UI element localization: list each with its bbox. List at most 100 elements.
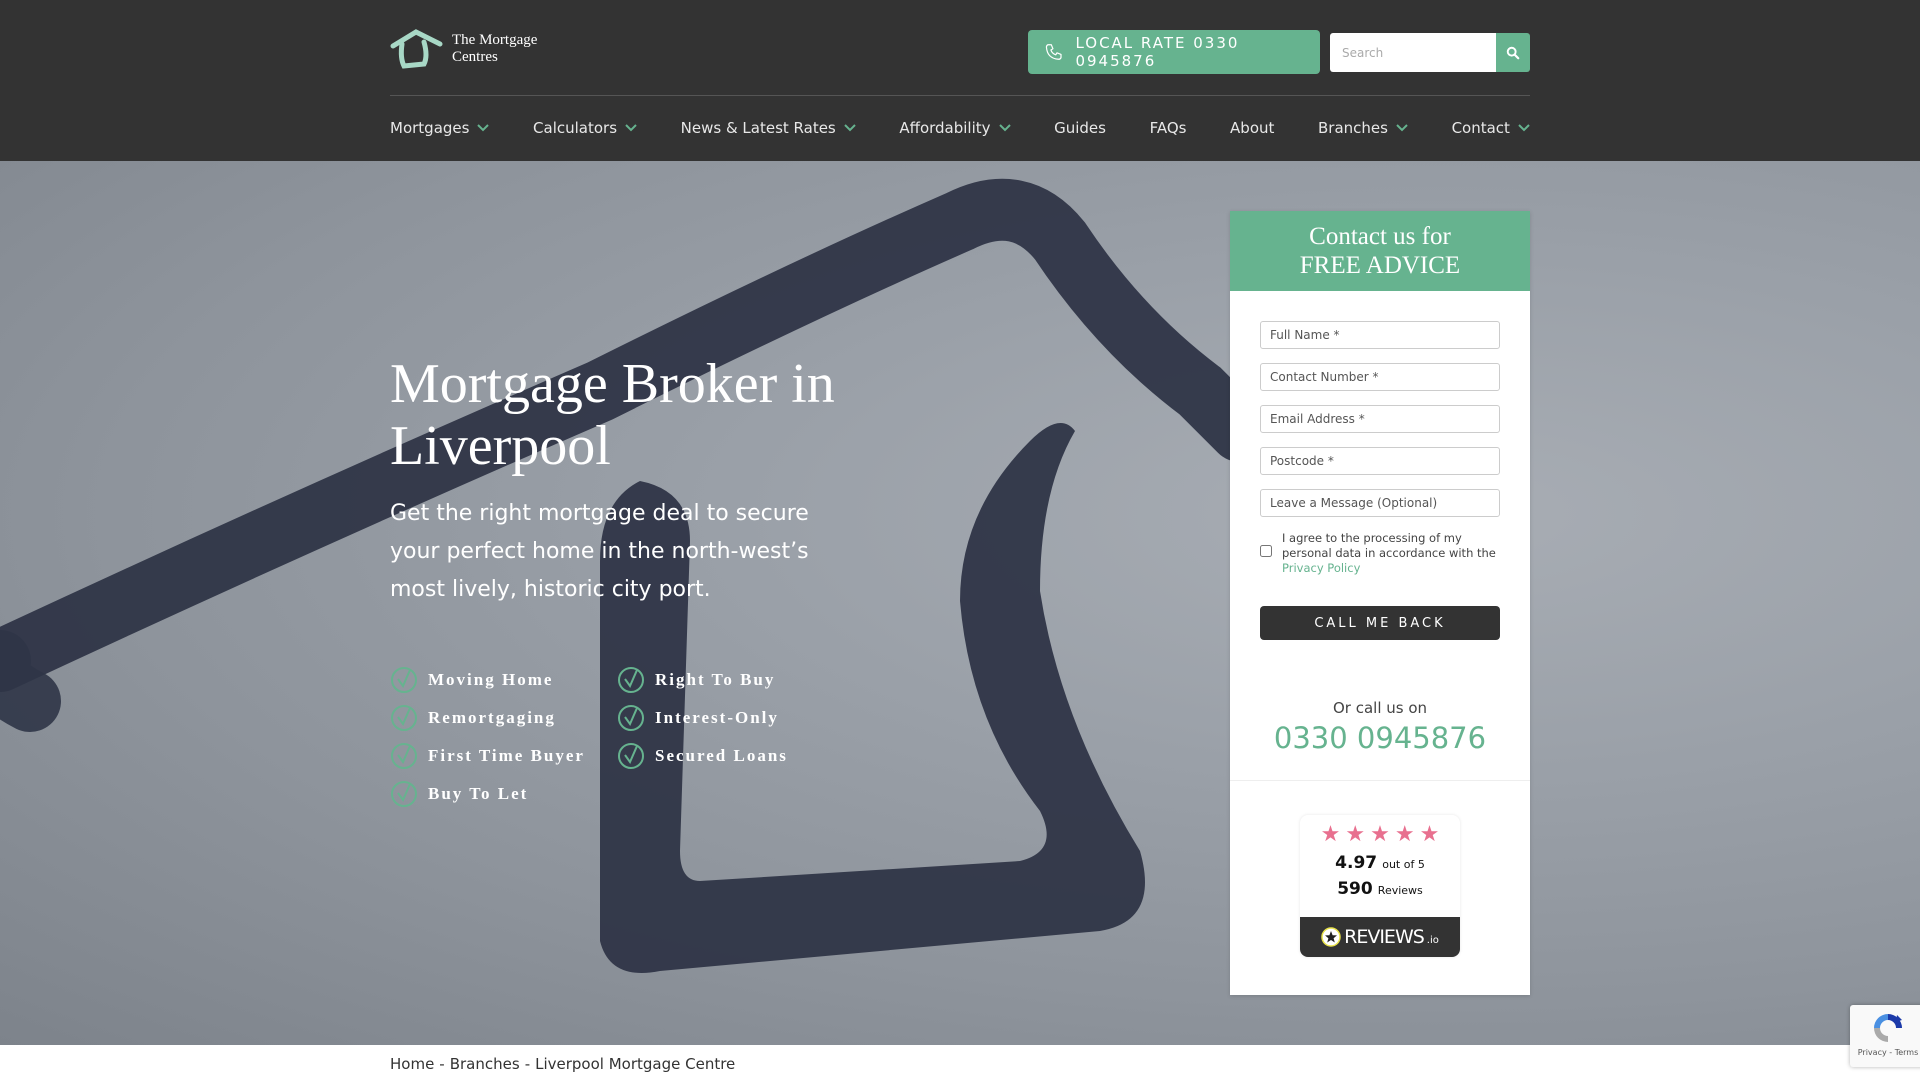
chevron-down-icon	[477, 124, 490, 132]
nav-item-mortgages[interactable]: Mortgages	[390, 119, 490, 137]
postcode-field[interactable]	[1260, 447, 1500, 475]
feature-label: Buy To Let	[428, 784, 529, 803]
chevron-down-icon	[625, 124, 637, 132]
check-circle-icon	[391, 705, 417, 731]
feature-label: Right To Buy	[655, 670, 776, 689]
chevron-down-icon	[844, 124, 856, 132]
email-field[interactable]	[1260, 405, 1500, 433]
breadcrumb-separator: -	[524, 1055, 531, 1073]
or-call-label: Or call us on	[1332, 699, 1428, 717]
breadcrumb-branches[interactable]: Branches	[450, 1055, 520, 1073]
chevron-down-icon	[998, 124, 1011, 132]
consent-text: I agree to the processing of my personal…	[1282, 531, 1500, 576]
search-icon	[1506, 46, 1520, 59]
nav-item-contact[interactable]: Contact	[1452, 119, 1530, 137]
nav-item-guides[interactable]: Guides	[1054, 119, 1106, 137]
reviews-io-badge[interactable]: ★ ★ ★ ★ ★ 4.97 out of 5 590 Reviews REVI…	[1300, 815, 1460, 957]
chevron-down-icon	[1518, 124, 1530, 132]
nav-label: About	[1230, 119, 1275, 137]
recaptcha-privacy-link[interactable]: Privacy	[1858, 1048, 1887, 1057]
contact-number-field[interactable]	[1260, 363, 1500, 391]
feature-label: Moving Home	[428, 670, 554, 689]
nav-item-news-latest-rates[interactable]: News & Latest Rates	[681, 119, 856, 137]
logo-line-1: The Mortgage	[452, 32, 538, 48]
logo-line-2: Centres	[452, 49, 498, 65]
call-me-back-button[interactable]: CALL ME BACK	[1260, 606, 1500, 640]
review-count-suffix: Reviews	[1377, 884, 1423, 897]
feature-item[interactable]: Remortgaging	[390, 705, 617, 731]
recaptcha-icon	[1874, 1014, 1902, 1042]
phone-number-link[interactable]: 0330 0945876	[1230, 721, 1530, 755]
call-button-label: LOCAL RATE 0330 0945876	[1075, 34, 1240, 70]
feature-item[interactable]: First Time Buyer	[390, 743, 617, 769]
form-heading-line-1: Contact us for	[1309, 223, 1451, 250]
house-shadow-background-image	[0, 178, 1271, 973]
check-circle-icon	[618, 743, 644, 769]
reviews-star-logo-icon	[1321, 927, 1341, 947]
recaptcha-links: Privacy - Terms	[1858, 1048, 1919, 1057]
feature-list: Moving Home Right To Buy Remortgaging In…	[390, 667, 810, 807]
breadcrumb-current: Liverpool Mortgage Centre	[535, 1055, 736, 1073]
feature-item[interactable]: Right To Buy	[617, 667, 817, 693]
contact-form-header: Contact us for FREE ADVICE	[1230, 211, 1530, 291]
feature-label: Secured Loans	[655, 746, 788, 765]
hero-section: Mortgage Broker in Liverpool Get the rig…	[0, 161, 1920, 1045]
nav-item-about[interactable]: About	[1230, 119, 1274, 137]
feature-item[interactable]: Buy To Let	[390, 781, 617, 807]
recaptcha-separator: -	[1886, 1048, 1895, 1057]
reviews-io-logo: REVIEWS .io	[1300, 917, 1460, 957]
star-icon: ★	[1394, 822, 1415, 847]
reviews-brand-suffix: .io	[1426, 934, 1439, 946]
star-icon: ★	[1419, 822, 1440, 847]
hero-title-line-2: Liverpool	[390, 415, 611, 477]
feature-label: First Time Buyer	[428, 746, 585, 765]
search-bar	[1330, 33, 1530, 72]
nav-label: Calculators	[533, 119, 618, 137]
feature-label: Remortgaging	[428, 708, 556, 727]
nav-label: News & Latest Rates	[680, 119, 836, 137]
contact-form-card: Contact us for FREE ADVICE I agree to th…	[1230, 211, 1530, 995]
breadcrumb: Home - Branches - Liverpool Mortgage Cen…	[390, 1055, 735, 1073]
site-logo[interactable]: The Mortgage Centres	[390, 28, 537, 70]
recaptcha-badge[interactable]: Privacy - Terms	[1850, 1005, 1920, 1067]
consent-checkbox[interactable]	[1260, 545, 1272, 557]
local-rate-call-button[interactable]: LOCAL RATE 0330 0945876	[1028, 30, 1320, 74]
nav-label: FAQs	[1149, 119, 1187, 137]
header-divider	[390, 95, 1530, 96]
nav-item-faqs[interactable]: FAQs	[1150, 119, 1187, 137]
star-icon: ★	[1370, 822, 1390, 847]
recaptcha-terms-link[interactable]: Terms	[1895, 1048, 1919, 1057]
feature-item[interactable]: Interest-Only	[617, 705, 817, 731]
nav-item-branches[interactable]: Branches	[1318, 119, 1408, 137]
nav-label: Branches	[1318, 119, 1388, 137]
nav-label: Affordability	[899, 119, 991, 137]
search-input[interactable]	[1330, 33, 1496, 72]
breadcrumb-home[interactable]: Home	[390, 1055, 434, 1073]
feature-label: Interest-Only	[655, 708, 779, 727]
nav-item-affordability[interactable]: Affordability	[899, 119, 1011, 137]
feature-item[interactable]: Secured Loans	[617, 743, 817, 769]
star-rating: ★ ★ ★ ★ ★	[1300, 823, 1460, 847]
privacy-policy-link[interactable]: Privacy Policy	[1282, 561, 1360, 575]
nav-label: Mortgages	[390, 119, 470, 137]
reviews-brand: REVIEWS	[1344, 926, 1425, 948]
form-heading-line-2: FREE ADVICE	[1299, 252, 1461, 279]
chevron-down-icon	[1396, 124, 1408, 132]
search-button[interactable]	[1496, 33, 1530, 72]
check-circle-icon	[391, 743, 417, 769]
hero-title: Mortgage Broker in Liverpool	[390, 353, 870, 477]
full-name-field[interactable]	[1260, 321, 1500, 349]
message-field[interactable]	[1260, 489, 1500, 517]
logo-text: The Mortgage Centres	[452, 32, 537, 66]
rating-score: 4.97 out of 5	[1300, 853, 1460, 873]
house-logo-icon	[390, 29, 443, 69]
phone-icon	[1045, 44, 1062, 60]
check-circle-icon	[618, 667, 644, 693]
feature-item[interactable]: Moving Home	[390, 667, 617, 693]
nav-item-calculators[interactable]: Calculators	[533, 119, 637, 137]
check-circle-icon	[391, 667, 417, 693]
rating-value: 4.97	[1335, 853, 1378, 873]
nav-label: Contact	[1451, 119, 1510, 137]
star-icon: ★	[1320, 822, 1341, 847]
main-nav: Mortgages Calculators News & Latest Rate…	[390, 116, 1530, 140]
